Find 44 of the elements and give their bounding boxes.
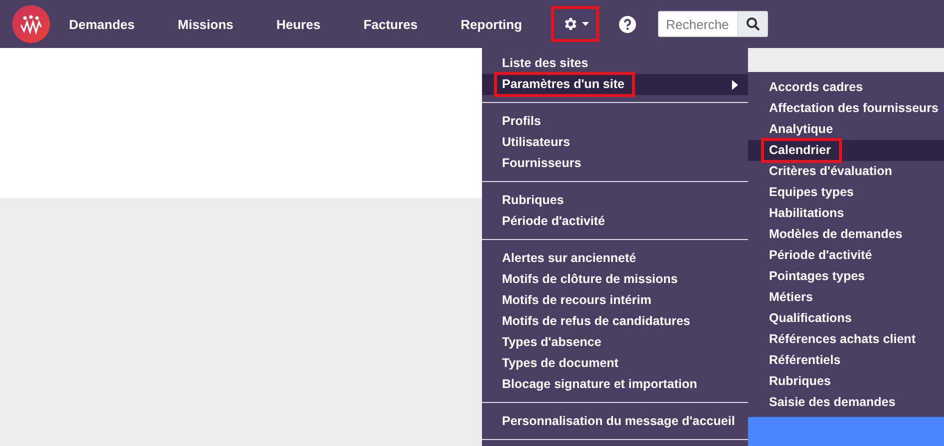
- menu-item[interactable]: Types d'absence: [482, 332, 748, 353]
- menu-item[interactable]: Personnalisation du message d'accueil: [482, 411, 748, 432]
- nav-link[interactable]: Heures: [264, 16, 340, 32]
- menu-item[interactable]: Saisie des demandes: [748, 392, 944, 413]
- menu-item[interactable]: Accords cadres: [748, 77, 944, 98]
- menu-item[interactable]: Blocage signature et importation: [482, 374, 748, 395]
- menu-item[interactable]: Alertes sur ancienneté: [482, 248, 748, 269]
- menu-item[interactable]: Habilitations: [748, 203, 944, 224]
- menu-item[interactable]: Motifs de recours intérim: [482, 290, 748, 311]
- menu-item[interactable]: Modèles de demandes: [748, 224, 944, 245]
- menu-item[interactable]: Critères d'évaluation: [748, 161, 944, 182]
- nav-link[interactable]: Reporting: [448, 16, 542, 32]
- nav-link[interactable]: Demandes: [57, 16, 154, 32]
- settings-button[interactable]: [551, 6, 600, 42]
- menu-item[interactable]: Rubriques: [482, 190, 748, 211]
- menu-item[interactable]: Affectation des fournisseurs: [748, 98, 944, 119]
- menu-item[interactable]: Motifs de clôture de missions: [482, 269, 748, 290]
- nav-link[interactable]: Factures: [351, 16, 437, 32]
- menu-item[interactable]: Période d'activité: [482, 211, 748, 232]
- menu-item[interactable]: Qualifications: [748, 308, 944, 329]
- menu-item[interactable]: Fournisseurs: [482, 153, 748, 174]
- menu-item[interactable]: Utilisateurs: [482, 132, 748, 153]
- search-field[interactable]: Recherche: [658, 11, 738, 37]
- nav-link[interactable]: Missions: [166, 16, 252, 32]
- menu-item[interactable]: Période d'activité: [748, 245, 944, 266]
- caret-icon: [582, 22, 589, 26]
- menu-item[interactable]: Analytique: [748, 119, 944, 140]
- search-icon: [746, 17, 760, 31]
- menu-item[interactable]: Equipes types: [748, 182, 944, 203]
- menu-item[interactable]: Liste des sites: [482, 53, 748, 74]
- menu-item[interactable]: Référentiels: [748, 350, 944, 371]
- menu-item[interactable]: Références achats client: [748, 329, 944, 350]
- menu-item[interactable]: Types de document: [482, 353, 748, 374]
- search-button[interactable]: [737, 11, 768, 37]
- menu-item[interactable]: Métiers: [748, 287, 944, 308]
- menu-item[interactable]: Pointages types: [748, 266, 944, 287]
- menu-item[interactable]: Calendrier: [748, 140, 944, 161]
- menu-item[interactable]: Paramètres d'un site: [482, 74, 748, 95]
- submenu-arrow-icon: [732, 80, 738, 90]
- menu-item[interactable]: Motifs de refus de candidatures: [482, 311, 748, 332]
- menu-item[interactable]: Profils: [482, 111, 748, 132]
- menu-item[interactable]: Rubriques: [748, 371, 944, 392]
- logo-icon[interactable]: [12, 5, 50, 43]
- help-icon[interactable]: [619, 16, 636, 32]
